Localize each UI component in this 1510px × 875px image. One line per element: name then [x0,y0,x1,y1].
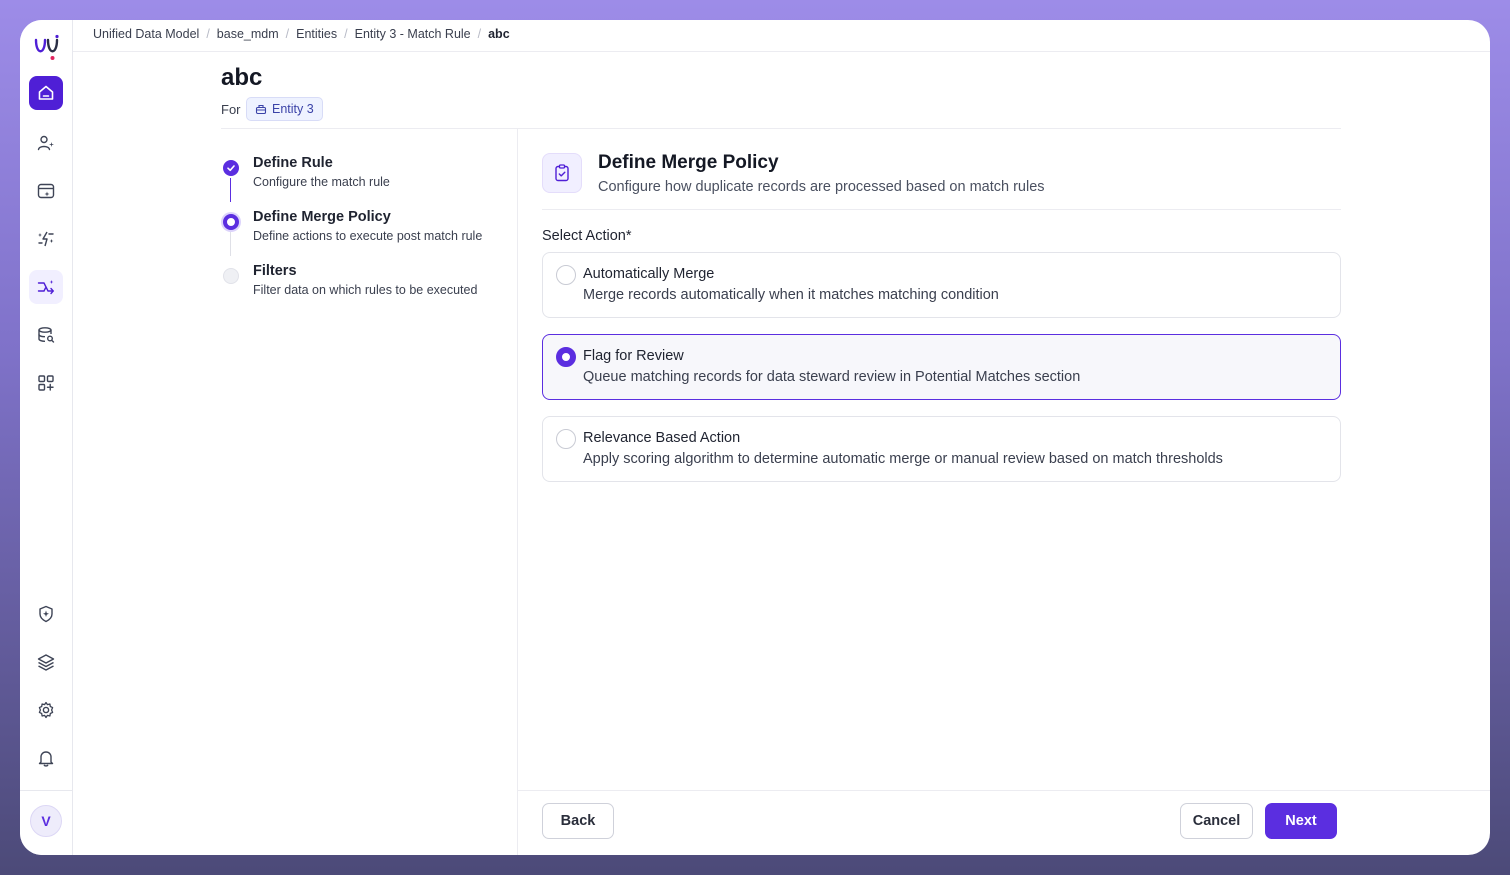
select-action-label: Select Action* [542,228,632,244]
cancel-button[interactable]: Cancel [1180,803,1253,839]
shield-sparkle-icon [39,605,53,623]
step-description: Define actions to execute post match rul… [253,229,483,243]
entity-chip[interactable]: Entity 3 [246,97,323,121]
radio-button-selected[interactable] [556,347,576,367]
breadcrumb-separator: / [206,27,210,41]
gear-icon [38,701,54,719]
step-description: Filter data on which rules to be execute… [253,283,478,297]
app-window: V Unified Data Model / base_mdm / Entiti… [20,20,1490,855]
sidebar-divider [20,790,72,791]
step-connector [230,232,231,256]
panel-divider-line [542,209,1341,210]
option-title: Flag for Review [583,348,684,364]
nav-layers-button[interactable] [29,645,63,679]
app-logo[interactable] [30,31,62,63]
check-icon [227,165,235,172]
step-title: Define Merge Policy [253,209,391,225]
option-description: Merge records automatically when it matc… [583,287,999,303]
panel-subtitle: Configure how duplicate records are proc… [598,179,1045,195]
breadcrumb-separator: / [344,27,348,41]
step-connector [230,178,231,202]
step-active-indicator [223,214,239,230]
panel-divider [517,129,518,855]
nav-match-rules-button[interactable] [29,270,63,304]
entity-icon [255,104,267,115]
topbar: Unified Data Model / base_mdm / Entities… [73,20,1490,52]
option-description: Queue matching records for data steward … [583,369,1081,385]
sidebar: V [20,20,73,855]
breadcrumb-separator: / [285,27,290,41]
radio-button[interactable] [556,429,576,449]
option-description: Apply scoring algorithm to determine aut… [583,451,1223,467]
option-flag-for-review[interactable]: Flag for Review Queue matching records f… [542,334,1341,400]
nav-insights-button[interactable] [29,222,63,256]
nav-apps-button[interactable] [29,366,63,400]
clipboard-check-icon [555,164,569,182]
nav-notifications-button[interactable] [29,741,63,775]
breadcrumb-item[interactable]: base_mdm [217,27,279,41]
breadcrumb-item[interactable]: Entity 3 - Match Rule [355,27,471,41]
option-title: Automatically Merge [583,266,715,282]
step-title: Define Rule [253,155,333,171]
page-title: abc [221,64,263,91]
step-title: Filters [253,263,297,279]
user-avatar[interactable]: V [30,805,62,837]
breadcrumb-item[interactable]: Unified Data Model [93,27,199,41]
breadcrumb-current: abc [488,27,510,41]
step-pending-indicator [223,268,239,284]
nav-data-search-button[interactable] [29,318,63,352]
calendar-sparkle-icon [37,183,55,199]
for-label: For [221,102,241,117]
nav-governance-button[interactable] [29,597,63,631]
grid-add-icon [38,375,54,391]
option-relevance-based-action[interactable]: Relevance Based Action Apply scoring alg… [542,416,1341,482]
user-sparkle-icon [37,135,54,151]
step-description: Configure the match rule [253,175,390,189]
nav-settings-button[interactable] [29,693,63,727]
nav-users-button[interactable] [29,126,63,160]
nav-home-button[interactable] [29,76,63,110]
breadcrumb-separator: / [477,27,482,41]
breadcrumb: Unified Data Model / base_mdm / Entities… [93,27,510,41]
option-title: Relevance Based Action [583,430,741,446]
merge-sparkle-icon [37,280,55,295]
home-icon [38,85,54,100]
back-button[interactable]: Back [542,803,614,839]
option-automatically-merge[interactable]: Automatically Merge Merge records automa… [542,252,1341,318]
sparkle-flash-icon [38,231,54,247]
database-search-icon [38,327,55,343]
step-complete-indicator [223,160,239,176]
bell-icon [38,751,54,767]
panel-title: Define Merge Policy [598,152,779,173]
header-divider [221,128,1341,129]
footer-divider [518,790,1490,791]
entity-chip-label: Entity 3 [272,102,314,116]
next-button[interactable]: Next [1265,803,1337,839]
radio-button[interactable] [556,265,576,285]
merge-policy-badge [542,153,582,193]
breadcrumb-item[interactable]: Entities [296,27,337,41]
layers-icon [37,654,55,671]
nav-calendar-button[interactable] [29,174,63,208]
